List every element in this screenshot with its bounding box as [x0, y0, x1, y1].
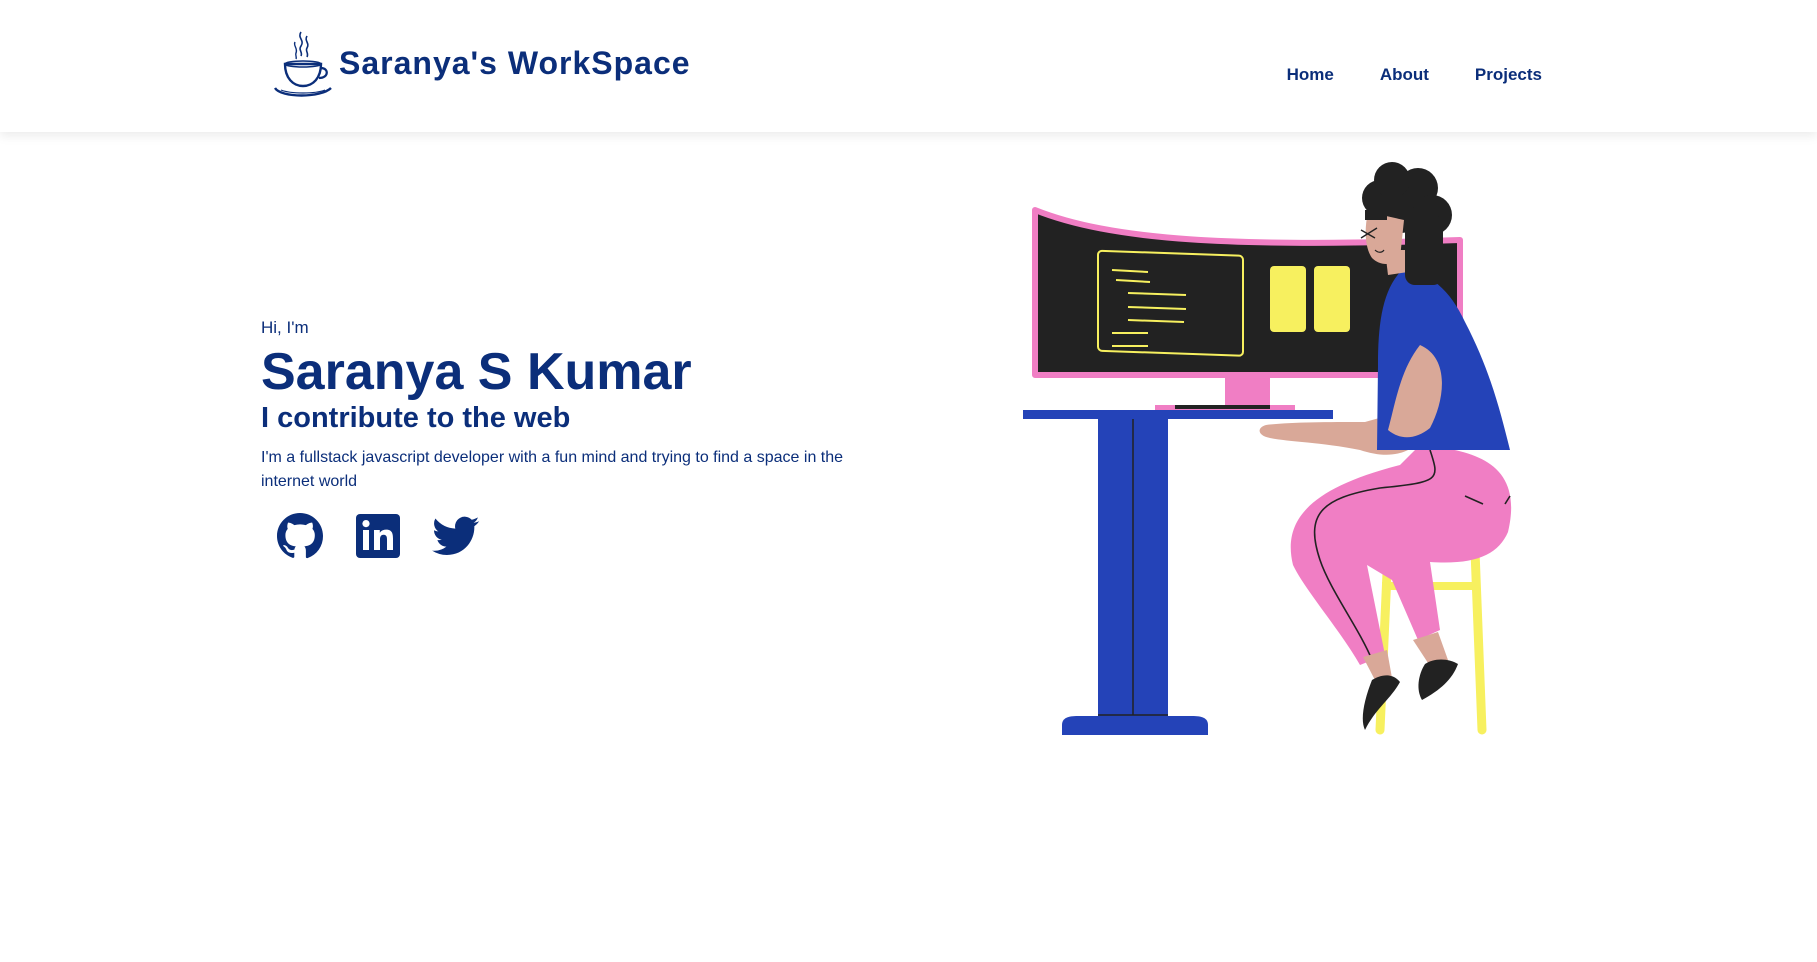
developer-illustration — [1023, 162, 1512, 735]
brand-link[interactable]: Saranya's WorkSpace — [271, 28, 691, 98]
linkedin-icon — [356, 513, 400, 558]
hero-name: Saranya S Kumar — [261, 343, 692, 401]
main-nav: Home About Projects — [1287, 65, 1542, 85]
hero-tagline: I contribute to the web — [261, 402, 571, 435]
nav-about-link[interactable]: About — [1380, 65, 1429, 85]
nav-projects-link[interactable]: Projects — [1475, 65, 1542, 85]
linkedin-link[interactable] — [354, 512, 402, 560]
twitter-icon — [432, 516, 480, 555]
hero-section: Hi, I'm Saranya S Kumar I contribute to … — [261, 318, 881, 560]
twitter-link[interactable] — [432, 512, 480, 560]
navbar: Saranya's WorkSpace Home About Projects — [0, 0, 1817, 132]
hero-description: I'm a fullstack javascript developer wit… — [261, 448, 844, 490]
brand-title: Saranya's WorkSpace — [339, 45, 691, 81]
github-link[interactable] — [276, 512, 324, 560]
coffee-cup-icon — [273, 31, 332, 97]
hero-greeting: Hi, I'm — [261, 318, 309, 337]
github-icon — [277, 512, 324, 559]
nav-home-link[interactable]: Home — [1287, 65, 1334, 85]
social-links — [276, 512, 881, 560]
